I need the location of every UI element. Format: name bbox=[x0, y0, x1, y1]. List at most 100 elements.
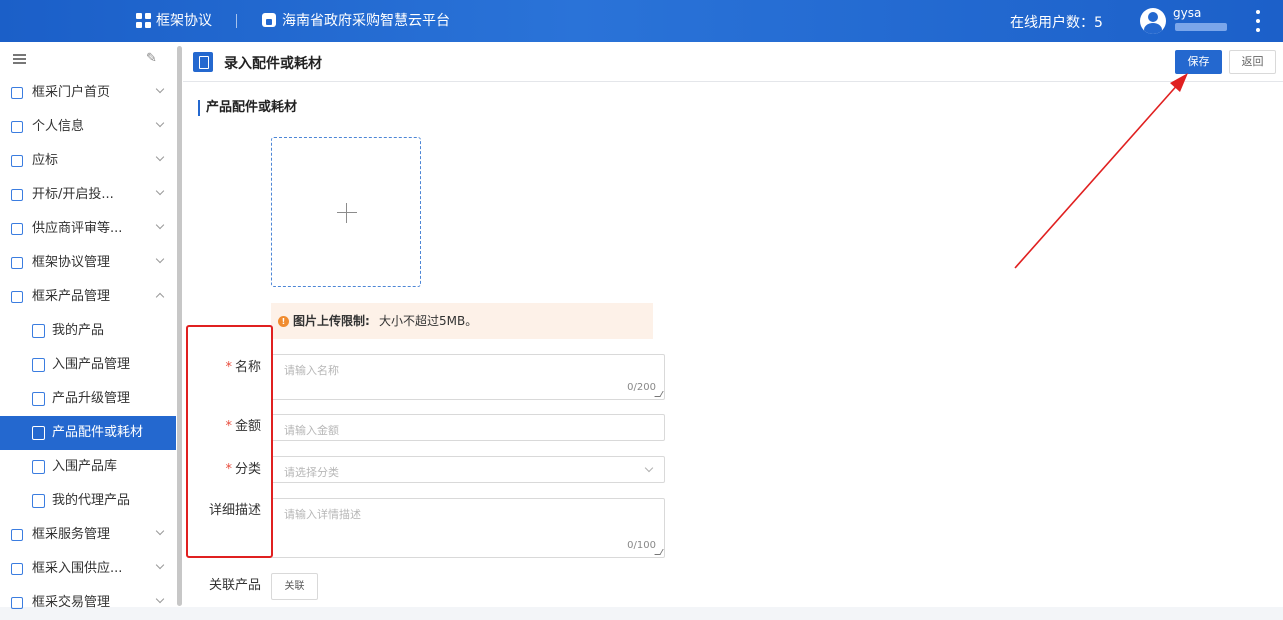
required-mark: * bbox=[225, 360, 232, 375]
product-icon bbox=[11, 291, 23, 303]
chevron-up-icon bbox=[155, 292, 165, 302]
name-label-text: 名称 bbox=[234, 360, 261, 375]
sidebar-item-label: 入围产品管理 bbox=[52, 357, 131, 372]
sidebar-subitem-accessories[interactable]: 产品配件或耗材 bbox=[0, 416, 176, 450]
bid-icon bbox=[11, 155, 23, 167]
sidebar-item-label: 我的代理产品 bbox=[52, 493, 131, 508]
save-button[interactable]: 保存 bbox=[1175, 50, 1222, 74]
sidebar-item-label: 应标 bbox=[32, 153, 59, 168]
category-label-text: 分类 bbox=[234, 462, 261, 477]
amount-label-text: 金额 bbox=[234, 419, 261, 434]
supplier-icon bbox=[11, 563, 23, 575]
sidebar-item-open-bid[interactable]: 开标/开启投... bbox=[0, 178, 176, 212]
sidebar-subitem-my-products[interactable]: 我的产品 bbox=[0, 314, 176, 348]
sidebar-item-trade-manage[interactable]: 框采交易管理 bbox=[0, 586, 176, 620]
amount-placeholder: 请输入金额 bbox=[284, 424, 339, 437]
sidebar-subitem-agent-products[interactable]: 我的代理产品 bbox=[0, 484, 176, 518]
description-label: 详细描述 bbox=[183, 503, 261, 519]
warning-icon: ! bbox=[278, 316, 289, 327]
sidebar-item-service-manage[interactable]: 框采服务管理 bbox=[0, 518, 176, 552]
sidebar-item-label: 框采服务管理 bbox=[32, 527, 111, 542]
sidebar-item-label: 我的产品 bbox=[52, 323, 105, 338]
agreement-icon bbox=[11, 257, 23, 269]
sidebar-item-agreement-manage[interactable]: 框架协议管理 bbox=[0, 246, 176, 280]
chevron-down-icon bbox=[155, 84, 165, 94]
sidebar-item-label: 框采产品管理 bbox=[32, 289, 111, 304]
amount-field[interactable]: 请输入金额 bbox=[271, 414, 665, 441]
image-upload[interactable] bbox=[271, 137, 421, 287]
sidebar-item-portal-home[interactable]: 框采门户首页 bbox=[0, 76, 176, 110]
sidebar-item-label: 入围产品库 bbox=[52, 459, 118, 474]
sidebar-item-supplier-shortlist[interactable]: 框采入围供应... bbox=[0, 552, 176, 586]
sidebar-item-label: 供应商评审等... bbox=[32, 221, 123, 236]
shortlist-manage-icon bbox=[32, 358, 45, 372]
trade-icon bbox=[11, 597, 23, 609]
description-char-count: 0/100 bbox=[627, 540, 656, 551]
sidebar-item-product-manage[interactable]: 框采产品管理 bbox=[0, 280, 176, 314]
description-placeholder: 请输入详情描述 bbox=[284, 508, 361, 521]
library-icon bbox=[32, 460, 45, 474]
sidebar-scrollbar[interactable] bbox=[177, 46, 182, 606]
my-product-icon bbox=[32, 324, 45, 338]
sidebar-item-label: 个人信息 bbox=[32, 119, 85, 134]
name-char-count: 0/200 bbox=[627, 382, 656, 393]
platform-name[interactable]: 海南省政府采购智慧云平台 bbox=[282, 12, 450, 30]
user-card-icon bbox=[11, 121, 23, 133]
app-name[interactable]: 框架协议 bbox=[156, 12, 212, 30]
sidebar-item-personal-info[interactable]: 个人信息 bbox=[0, 110, 176, 144]
review-icon bbox=[11, 223, 23, 235]
description-field[interactable]: 请输入详情描述 0/100 bbox=[271, 498, 665, 558]
upload-notice: ! 图片上传限制: 大小不超过5MB。 bbox=[271, 303, 653, 339]
sidebar-item-label: 框采门户首页 bbox=[32, 85, 111, 100]
related-product-label-text: 关联产品 bbox=[208, 578, 261, 593]
open-bid-icon bbox=[11, 189, 23, 201]
chevron-down-icon bbox=[155, 254, 165, 264]
app-grid-icon[interactable] bbox=[136, 13, 152, 29]
chevron-down-icon bbox=[155, 220, 165, 230]
sidebar-subitem-shortlist-manage[interactable]: 入围产品管理 bbox=[0, 348, 176, 382]
required-mark: * bbox=[225, 462, 232, 477]
resize-handle-icon[interactable] bbox=[654, 549, 664, 555]
divider bbox=[236, 14, 237, 28]
sidebar-item-supplier-review[interactable]: 供应商评审等... bbox=[0, 212, 176, 246]
sidebar-header: ✎ bbox=[0, 42, 183, 76]
required-mark: * bbox=[225, 419, 232, 434]
home-grid-icon bbox=[11, 87, 23, 99]
main-content: 录入配件或耗材 保存 返回 产品配件或耗材 ! 图片上传限制: 大小不超过5MB… bbox=[183, 42, 1283, 607]
chevron-down-icon bbox=[155, 526, 165, 536]
sidebar-item-label: 开标/开启投... bbox=[32, 187, 114, 202]
plus-icon bbox=[337, 212, 357, 213]
username[interactable]: gysa bbox=[1173, 6, 1201, 20]
category-label: * 分类 bbox=[183, 462, 261, 478]
notice-title: 图片上传限制: bbox=[293, 314, 370, 328]
back-button[interactable]: 返回 bbox=[1229, 50, 1276, 74]
name-field[interactable]: 请输入名称 0/200 bbox=[271, 354, 665, 400]
chevron-down-icon bbox=[155, 594, 165, 604]
description-label-text: 详细描述 bbox=[208, 503, 261, 518]
category-placeholder: 请选择分类 bbox=[284, 466, 339, 479]
sidebar: ✎ 框采门户首页 个人信息 应标 开标/开启投... 供应商评审等... 框架协… bbox=[0, 42, 183, 610]
notice-text: 大小不超过5MB。 bbox=[379, 314, 478, 328]
name-label: * 名称 bbox=[183, 360, 261, 376]
upgrade-icon bbox=[32, 392, 45, 406]
home-icon[interactable] bbox=[262, 13, 276, 27]
avatar[interactable] bbox=[1140, 8, 1166, 34]
link-product-button[interactable]: 关联 bbox=[271, 573, 318, 600]
related-product-label: 关联产品 bbox=[183, 578, 261, 594]
sidebar-subitem-shortlist-library[interactable]: 入围产品库 bbox=[0, 450, 176, 484]
username-redacted bbox=[1175, 23, 1227, 31]
sidebar-item-bid[interactable]: 应标 bbox=[0, 144, 176, 178]
top-bar: 框架协议 海南省政府采购智慧云平台 在线用户数：5 gysa bbox=[0, 0, 1283, 42]
more-menu-icon[interactable] bbox=[1252, 10, 1264, 32]
section-title: 产品配件或耗材 bbox=[198, 100, 297, 116]
sidebar-item-label: 框采入围供应... bbox=[32, 561, 123, 576]
chevron-down-icon bbox=[155, 152, 165, 162]
sidebar-subitem-upgrade-manage[interactable]: 产品升级管理 bbox=[0, 382, 176, 416]
pin-icon[interactable]: ✎ bbox=[146, 51, 157, 66]
resize-handle-icon[interactable] bbox=[654, 391, 664, 397]
hamburger-icon[interactable] bbox=[13, 54, 26, 64]
category-select[interactable]: 请选择分类 bbox=[271, 456, 665, 483]
sidebar-item-label: 产品配件或耗材 bbox=[52, 425, 144, 440]
sidebar-item-label: 产品升级管理 bbox=[52, 391, 131, 406]
page-title: 录入配件或耗材 bbox=[224, 56, 322, 72]
